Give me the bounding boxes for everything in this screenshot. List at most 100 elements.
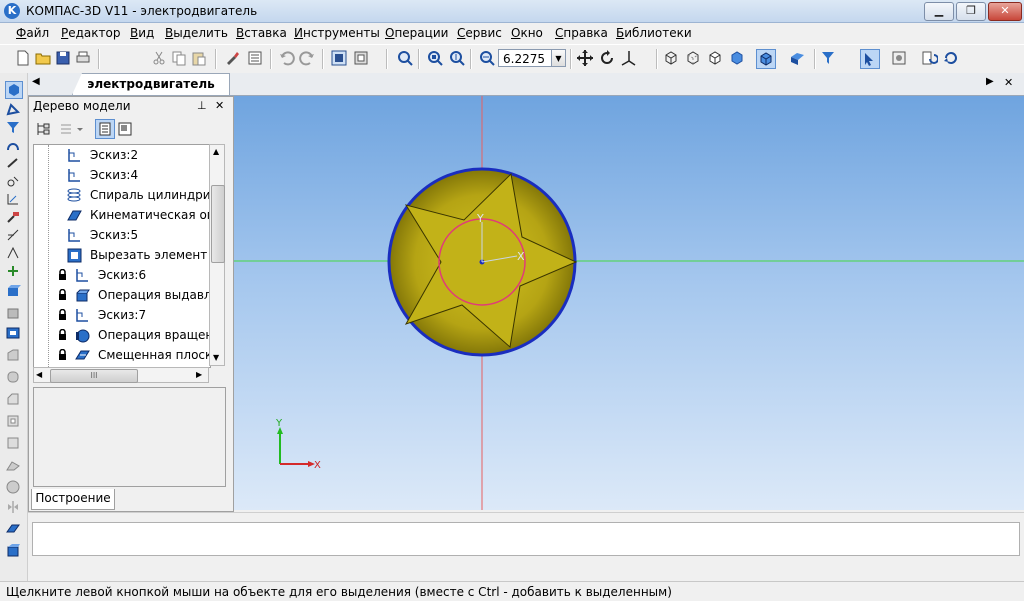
menu-help[interactable]: Справка (555, 26, 608, 40)
shaded-icon[interactable] (728, 49, 746, 67)
zoom-window-icon[interactable] (426, 49, 444, 67)
lines-icon[interactable] (5, 227, 21, 243)
zoom-dynamic-icon[interactable] (448, 49, 466, 67)
filter-icon[interactable] (820, 49, 838, 67)
no-hidden-icon[interactable] (706, 49, 724, 67)
tree-item-sketch-6[interactable]: Эскиз:6 (34, 265, 210, 285)
format-brush-icon[interactable] (224, 49, 242, 67)
scroll-thumb[interactable] (211, 185, 225, 263)
array-icon[interactable] (5, 457, 21, 473)
axis-icon[interactable] (5, 263, 21, 279)
tree-item-offset-plane[interactable]: Смещенная плоско (34, 345, 210, 365)
part-edit-icon[interactable] (5, 81, 23, 99)
tab-build[interactable]: Построение (31, 489, 115, 510)
tree-horizontal-scrollbar[interactable]: ◀ III ▶ (33, 367, 209, 383)
scroll-left-arrow[interactable]: ◀ (36, 370, 42, 379)
pan-icon[interactable] (576, 49, 594, 67)
cut-plane-icon[interactable] (5, 543, 21, 559)
menu-editor[interactable]: Редактор (61, 26, 120, 40)
dimensions-icon[interactable] (5, 191, 21, 207)
tree-item-sketch-2[interactable]: Эскиз:2 (34, 145, 210, 165)
menu-libraries[interactable]: Библиотеки (616, 26, 692, 40)
rib-icon[interactable] (5, 435, 21, 451)
sphere-icon[interactable] (5, 479, 21, 495)
model-tree-list[interactable]: Эскиз:2 Эскиз:4 Спираль цилиндриче Кинем… (33, 144, 211, 368)
paste-icon[interactable] (190, 49, 208, 67)
variables-icon[interactable] (352, 49, 370, 67)
tree-item-revolve[interactable]: Операция вращения (34, 325, 210, 345)
tree-vertical-scrollbar[interactable]: ▲ ▼ (209, 144, 225, 366)
properties-icon[interactable] (246, 49, 264, 67)
close-button[interactable]: ✕ (988, 2, 1022, 21)
scroll-thumb-horizontal[interactable]: III (50, 369, 138, 383)
zoom-scale-input[interactable]: 6.2275 (498, 49, 552, 67)
tree-item-cut-extrude[interactable]: Вырезать элемент вы (34, 245, 210, 265)
pin-icon[interactable]: ⊥ (197, 99, 207, 112)
tab-close-button[interactable]: ✕ (1004, 76, 1013, 89)
tree-item-sketch-5[interactable]: Эскиз:5 (34, 225, 210, 245)
tree-close-button[interactable]: ✕ (215, 99, 224, 112)
tab-electric-motor[interactable]: электродвигатель (72, 73, 230, 95)
tab-scroll-right[interactable]: ▶ (986, 76, 994, 87)
tools-icon[interactable] (5, 209, 21, 225)
wireframe-icon[interactable] (662, 49, 680, 67)
perspective-icon[interactable] (788, 49, 806, 67)
chamfer-icon[interactable] (5, 391, 21, 407)
rotate-icon[interactable] (598, 49, 616, 67)
menu-service[interactable]: Сервис (457, 26, 502, 40)
undo-icon[interactable] (278, 49, 296, 67)
scroll-down-arrow[interactable]: ▼ (213, 353, 219, 362)
scroll-right-arrow[interactable]: ▶ (196, 370, 202, 379)
extrude-icon[interactable] (5, 283, 21, 299)
hidden-lines-icon[interactable] (684, 49, 702, 67)
mirror-icon[interactable] (5, 499, 21, 515)
menu-select[interactable]: Выделить (165, 26, 228, 40)
fillet-icon[interactable] (5, 369, 21, 385)
maximize-button[interactable]: ❐ (956, 2, 986, 21)
scroll-up-arrow[interactable]: ▲ (213, 147, 219, 156)
shaded-edges-icon[interactable] (756, 49, 776, 69)
view-manager-icon[interactable] (890, 49, 908, 67)
minimize-button[interactable]: ▁ (924, 2, 954, 21)
tree-item-sketch-7[interactable]: Эскиз:7 (34, 305, 210, 325)
tree-item-spiral[interactable]: Спираль цилиндриче (34, 185, 210, 205)
menu-tools[interactable]: Инструменты (294, 26, 380, 40)
tree-item-sketch-4[interactable]: Эскиз:4 (34, 165, 210, 185)
rebuild-icon[interactable] (920, 49, 938, 67)
measure-icon[interactable] (5, 173, 21, 189)
menu-operations[interactable]: Операции (385, 26, 448, 40)
tab-scroll-left[interactable]: ◀ (32, 76, 40, 87)
cut-icon[interactable] (150, 49, 168, 67)
open-folder-icon[interactable] (34, 49, 52, 67)
kinematic-icon[interactable] (5, 325, 21, 341)
print-icon[interactable] (74, 49, 92, 67)
cut-icon[interactable] (5, 347, 21, 363)
save-icon[interactable] (54, 49, 72, 67)
rebuild-model-icon[interactable] (942, 49, 960, 67)
motor-model[interactable]: Y X (387, 167, 578, 357)
copy-icon[interactable] (170, 49, 188, 67)
rotate-body-icon[interactable] (5, 305, 21, 321)
tree-item-kinematic[interactable]: Кинематическая опер (34, 205, 210, 225)
tree-detach-icon[interactable] (117, 121, 133, 137)
menu-window[interactable]: Окно (511, 26, 543, 40)
zoom-in-icon[interactable] (478, 49, 496, 67)
zoom-fit-icon[interactable] (396, 49, 414, 67)
menu-insert[interactable]: Вставка (236, 26, 287, 40)
model-viewport[interactable]: Y X Y X (234, 96, 1024, 510)
plane-icon[interactable] (5, 521, 21, 537)
redo-icon[interactable] (298, 49, 316, 67)
surface-icon[interactable] (5, 155, 21, 171)
manager-icon[interactable] (330, 49, 348, 67)
sketch-icon[interactable] (5, 101, 21, 117)
shell-icon[interactable] (5, 413, 21, 429)
cursor-snap-icon[interactable] (860, 49, 880, 69)
orientation-icon[interactable] (620, 49, 638, 67)
tree-item-extrude[interactable]: Операция выдавлие (34, 285, 210, 305)
zoom-scale-dropdown[interactable]: ▼ (552, 49, 566, 67)
tree-view-mode-icon[interactable] (59, 121, 85, 137)
arc-icon[interactable] (5, 245, 21, 261)
menu-file[interactable]: Файл (16, 26, 49, 40)
tree-structure-icon[interactable] (35, 121, 51, 137)
menu-view[interactable]: Вид (130, 26, 154, 40)
